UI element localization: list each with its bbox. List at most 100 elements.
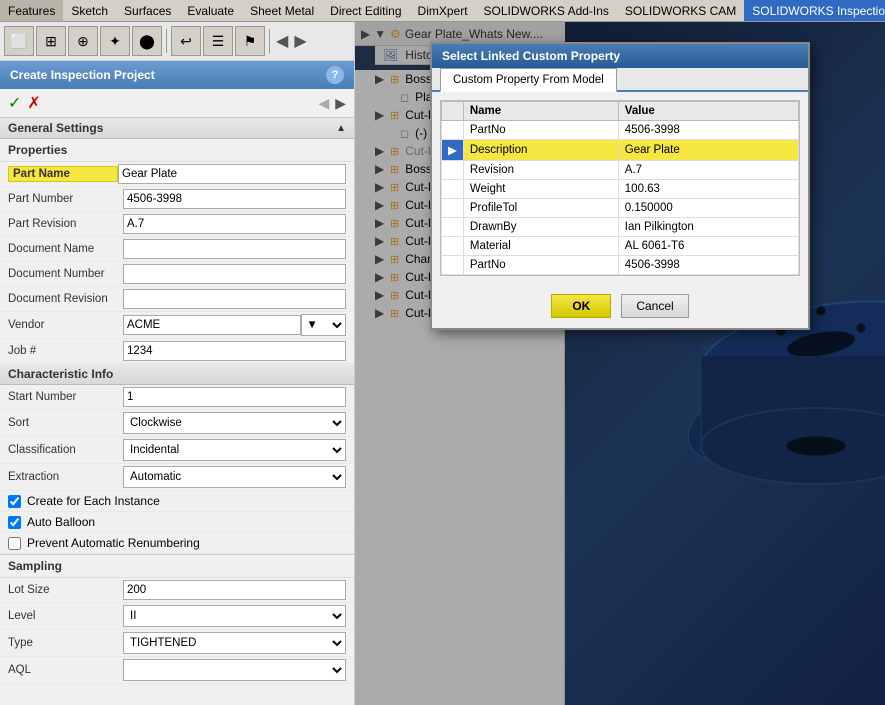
sampling-section: Sampling xyxy=(0,554,354,578)
menu-sketch[interactable]: Sketch xyxy=(63,0,116,21)
sort-dropdown[interactable]: Clockwise Counter-Clockwise xyxy=(123,412,346,434)
document-name-input[interactable] xyxy=(123,239,346,259)
modal-tab-custom-property[interactable]: Custom Property From Model xyxy=(440,68,617,92)
ok-button[interactable]: OK xyxy=(551,294,611,318)
menu-cam[interactable]: SOLIDWORKS CAM xyxy=(617,0,744,21)
table-row[interactable]: PartNo4506-3998 xyxy=(442,121,799,140)
help-button[interactable]: ? xyxy=(326,66,344,84)
sort-label: Sort xyxy=(8,417,123,429)
row-arrow-cell xyxy=(442,218,464,237)
table-row[interactable]: ProfileTol0.150000 xyxy=(442,199,799,218)
vendor-input[interactable] xyxy=(123,315,301,335)
job-label: Job # xyxy=(8,345,123,357)
left-panel: ⬜ ⊞ ⊕ ✦ ⬤ ↩ ☰ ⚑ ◀ ▶ Create Inspection Pr… xyxy=(0,22,355,705)
cancel-button[interactable]: Cancel xyxy=(621,294,688,318)
menu-direct-editing[interactable]: Direct Editing xyxy=(322,0,409,21)
cancel-button[interactable]: ✗ xyxy=(27,93,40,113)
toolbar-btn-1[interactable]: ⊞ xyxy=(36,26,66,56)
auto-balloon-checkbox[interactable] xyxy=(8,516,21,529)
right-area: ▶ ▼ ⚙ Gear Plate_Whats New.... ↗ 🖼 Histo… xyxy=(355,22,885,705)
part-revision-input[interactable] xyxy=(123,214,346,234)
prevent-renumbering-checkbox[interactable] xyxy=(8,537,21,550)
menu-features[interactable]: Features xyxy=(0,0,63,21)
row-arrow-cell xyxy=(442,161,464,180)
modal-dialog: Select Linked Custom Property Custom Pro… xyxy=(430,42,810,330)
toolbar-btn-3[interactable]: ✦ xyxy=(100,26,130,56)
table-row[interactable]: Weight100.63 xyxy=(442,180,799,199)
menu-evaluate[interactable]: Evaluate xyxy=(179,0,242,21)
aql-dropdown[interactable]: 0.065 0.1 xyxy=(123,659,346,681)
table-row[interactable]: PartNo4506-3998 xyxy=(442,256,799,275)
auto-balloon-label: Auto Balloon xyxy=(27,515,95,529)
menu-dimxpert[interactable]: DimXpert xyxy=(410,0,476,21)
classification-dropdown[interactable]: Incidental Critical Major Minor xyxy=(123,439,346,461)
part-name-input[interactable] xyxy=(118,164,346,184)
section-collapse-general[interactable]: ▲ xyxy=(336,123,346,134)
table-row[interactable]: DrawnByIan Pilkington xyxy=(442,218,799,237)
row-name-cell: PartNo xyxy=(463,121,618,140)
modal-body: Name Value PartNo4506-3998▶DescriptionGe… xyxy=(432,92,808,284)
row-name-cell: Weight xyxy=(463,180,618,199)
row-value-cell: 100.63 xyxy=(618,180,798,199)
menu-surfaces[interactable]: Surfaces xyxy=(116,0,179,21)
toolbar-btn-6[interactable]: ☰ xyxy=(203,26,233,56)
toolbar-btn-5[interactable]: ↩ xyxy=(171,26,201,56)
job-input[interactable] xyxy=(123,341,346,361)
properties-header: Properties xyxy=(0,139,354,162)
nav-next[interactable]: ▶ xyxy=(335,95,346,112)
row-value-cell: Ian Pilkington xyxy=(618,218,798,237)
toolbar-btn-4[interactable]: ⬤ xyxy=(132,26,162,56)
menu-inspection[interactable]: SOLIDWORKS Inspection xyxy=(744,0,885,21)
table-row[interactable]: MaterialAL 6061-T6 xyxy=(442,237,799,256)
toolbar-scroll-right[interactable]: ▶ xyxy=(292,29,308,53)
auto-balloon-row: Auto Balloon xyxy=(0,512,354,533)
toolbar-sep xyxy=(166,29,167,53)
table-row[interactable]: RevisionA.7 xyxy=(442,161,799,180)
document-revision-row: Document Revision xyxy=(0,287,354,312)
level-label: Level xyxy=(8,610,123,622)
panel-controls: ✓ ✗ ◀ ▶ xyxy=(0,89,354,118)
property-table-scroll[interactable]: Name Value PartNo4506-3998▶DescriptionGe… xyxy=(441,101,799,275)
row-name-cell: DrawnBy xyxy=(463,218,618,237)
row-arrow-cell xyxy=(442,237,464,256)
menu-bar: Features Sketch Surfaces Evaluate Sheet … xyxy=(0,0,885,22)
document-name-row: Document Name xyxy=(0,237,354,262)
confirm-button[interactable]: ✓ xyxy=(8,93,21,113)
type-dropdown[interactable]: TIGHTENED NORMAL REDUCED xyxy=(123,632,346,654)
row-value-cell: AL 6061-T6 xyxy=(618,237,798,256)
modal-overlay: Select Linked Custom Property Custom Pro… xyxy=(355,22,885,705)
create-each-instance-checkbox[interactable] xyxy=(8,495,21,508)
document-number-label: Document Number xyxy=(8,268,123,280)
aql-row: AQL 0.065 0.1 xyxy=(0,657,354,684)
start-number-input[interactable] xyxy=(123,387,346,407)
modal-tab-bar: Custom Property From Model xyxy=(432,68,808,92)
menu-add-ins[interactable]: SOLIDWORKS Add-Ins xyxy=(476,0,617,21)
create-each-instance-label: Create for Each Instance xyxy=(27,494,160,508)
table-row[interactable]: ▶DescriptionGear Plate xyxy=(442,140,799,161)
document-number-input[interactable] xyxy=(123,264,346,284)
toolbar-btn-0[interactable]: ⬜ xyxy=(4,26,34,56)
nav-prev[interactable]: ◀ xyxy=(318,95,329,112)
col-value-header: Value xyxy=(618,102,798,121)
lot-size-input[interactable] xyxy=(123,580,346,600)
row-value-cell: 0.150000 xyxy=(618,199,798,218)
level-dropdown[interactable]: II I III xyxy=(123,605,346,627)
sort-row: Sort Clockwise Counter-Clockwise xyxy=(0,410,354,437)
row-name-cell: Description xyxy=(463,140,618,161)
vendor-dropdown[interactable]: ▼ xyxy=(301,314,346,336)
menu-sheet-metal[interactable]: Sheet Metal xyxy=(242,0,322,21)
document-revision-input[interactable] xyxy=(123,289,346,309)
classification-label: Classification xyxy=(8,444,123,456)
lot-size-row: Lot Size xyxy=(0,578,354,603)
toolbar-btn-7[interactable]: ⚑ xyxy=(235,26,265,56)
toolbar-btn-2[interactable]: ⊕ xyxy=(68,26,98,56)
row-arrow-cell xyxy=(442,121,464,140)
characteristic-info-label: Characteristic Info xyxy=(8,367,113,381)
part-revision-label: Part Revision xyxy=(8,218,123,230)
extraction-dropdown[interactable]: Automatic Manual xyxy=(123,466,346,488)
toolbar-scroll-left[interactable]: ◀ xyxy=(274,29,290,53)
extraction-label: Extraction xyxy=(8,471,123,483)
part-number-input[interactable] xyxy=(123,189,346,209)
row-value-cell: A.7 xyxy=(618,161,798,180)
row-name-cell: ProfileTol xyxy=(463,199,618,218)
